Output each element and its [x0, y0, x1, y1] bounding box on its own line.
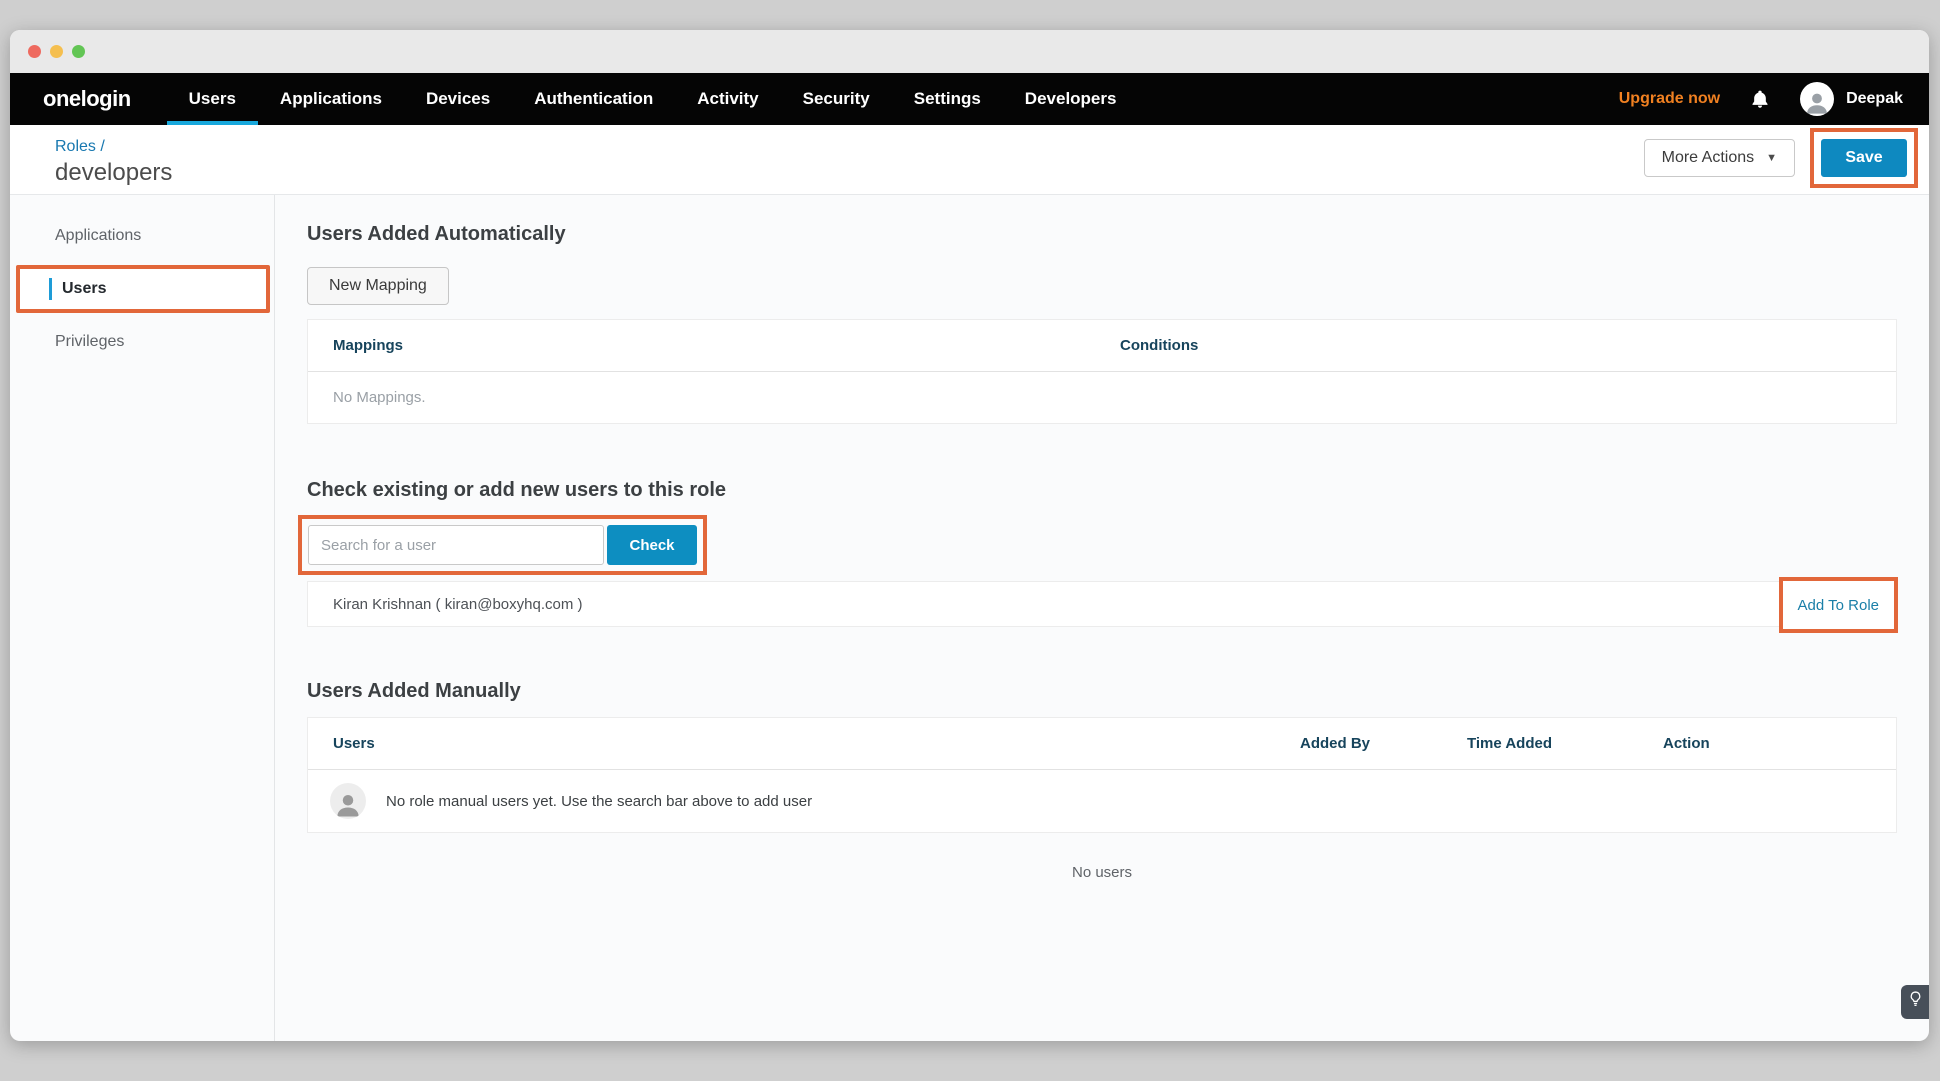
manual-users-table-header: Users Added By Time Added Action — [308, 718, 1896, 770]
window-titlebar — [10, 30, 1929, 73]
lightbulb-icon — [1909, 991, 1922, 1013]
auto-section-title: Users Added Automatically — [307, 223, 1897, 246]
no-users-text: No users — [307, 864, 1897, 881]
nav-tab-devices[interactable]: Devices — [404, 73, 512, 125]
user-placeholder-icon — [330, 783, 366, 819]
save-button[interactable]: Save — [1821, 139, 1907, 177]
nav-tab-users[interactable]: Users — [167, 73, 258, 125]
user-avatar — [1800, 82, 1834, 116]
mappings-empty-row: No Mappings. — [308, 372, 1896, 423]
manual-section-title: Users Added Manually — [307, 680, 1897, 703]
auto-users-section: Users Added Automatically New Mapping Ma… — [307, 223, 1897, 424]
manual-users-table: Users Added By Time Added Action No role… — [307, 717, 1897, 833]
minimize-window-button[interactable] — [50, 45, 63, 58]
role-sidebar: Applications Users Privileges — [10, 195, 275, 1041]
check-section-title: Check existing or add new users to this … — [307, 479, 1897, 502]
app-window: onelogin Users Applications Devices Auth… — [10, 30, 1929, 1041]
notifications-bell-icon[interactable] — [1750, 88, 1770, 110]
more-actions-button[interactable]: More Actions ▼ — [1644, 139, 1795, 177]
sidebar-item-label: Applications — [55, 227, 141, 245]
nav-tab-applications[interactable]: Applications — [258, 73, 404, 125]
sidebar-item-privileges[interactable]: Privileges — [10, 321, 274, 363]
user-menu[interactable]: Deepak — [1800, 82, 1903, 116]
column-header-action: Action — [1663, 735, 1896, 752]
nav-tab-developers[interactable]: Developers — [1003, 73, 1139, 125]
add-to-role-link[interactable]: Add To Role — [1798, 597, 1879, 614]
column-header-mappings: Mappings — [308, 337, 1120, 354]
column-header-users: Users — [308, 735, 1300, 752]
manual-users-empty-text: No role manual users yet. Use the search… — [386, 793, 812, 810]
content-area: Applications Users Privileges Users Adde… — [10, 195, 1929, 1041]
annotation-box-save: Save — [1810, 128, 1918, 188]
main-panel: Users Added Automatically New Mapping Ma… — [275, 195, 1929, 1041]
manual-users-section: Users Added Manually Users Added By Time… — [307, 680, 1897, 881]
sidebar-item-users[interactable]: Users — [20, 269, 266, 309]
chevron-down-icon: ▼ — [1766, 152, 1777, 164]
main-nav: Users Applications Devices Authenticatio… — [167, 73, 1139, 125]
help-lightbulb-button[interactable] — [1901, 985, 1929, 1019]
close-window-button[interactable] — [28, 45, 41, 58]
annotation-box-search: Check — [298, 515, 707, 575]
upgrade-now-link[interactable]: Upgrade now — [1619, 90, 1720, 108]
top-navbar: onelogin Users Applications Devices Auth… — [10, 73, 1929, 125]
annotation-box-add-to-role: Add To Role — [1779, 577, 1898, 633]
user-result-row: Kiran Krishnan ( kiran@boxyhq.com ) Add … — [307, 581, 1897, 627]
mappings-table-header: Mappings Conditions — [308, 320, 1896, 372]
user-name: Deepak — [1846, 90, 1903, 108]
breadcrumb-roles-link[interactable]: Roles / — [55, 138, 105, 156]
active-marker — [49, 278, 52, 300]
new-mapping-button[interactable]: New Mapping — [307, 267, 449, 305]
nav-tab-settings[interactable]: Settings — [892, 73, 1003, 125]
onelogin-logo[interactable]: onelogin — [43, 73, 131, 125]
search-user-input[interactable] — [308, 525, 604, 565]
column-header-conditions: Conditions — [1120, 337, 1198, 354]
annotation-box-users-tab: Users — [16, 265, 270, 313]
nav-tab-authentication[interactable]: Authentication — [512, 73, 675, 125]
manual-users-empty-row: No role manual users yet. Use the search… — [308, 770, 1896, 832]
sidebar-item-label: Users — [62, 280, 106, 298]
check-button[interactable]: Check — [607, 525, 697, 565]
page-header: Roles / developers More Actions ▼ Save — [10, 125, 1929, 195]
more-actions-label: More Actions — [1662, 149, 1754, 167]
check-users-section: Check existing or add new users to this … — [307, 479, 1897, 627]
sidebar-item-label: Privileges — [55, 333, 124, 351]
user-result-text: Kiran Krishnan ( kiran@boxyhq.com ) — [333, 596, 583, 613]
mappings-table: Mappings Conditions No Mappings. — [307, 319, 1897, 424]
navbar-right: Upgrade now Deepak — [1619, 73, 1903, 125]
nav-tab-security[interactable]: Security — [781, 73, 892, 125]
column-header-added-by: Added By — [1300, 735, 1467, 752]
column-header-time-added: Time Added — [1467, 735, 1663, 752]
no-mappings-text: No Mappings. — [333, 389, 426, 406]
zoom-window-button[interactable] — [72, 45, 85, 58]
sidebar-item-applications[interactable]: Applications — [10, 215, 274, 257]
nav-tab-activity[interactable]: Activity — [675, 73, 780, 125]
